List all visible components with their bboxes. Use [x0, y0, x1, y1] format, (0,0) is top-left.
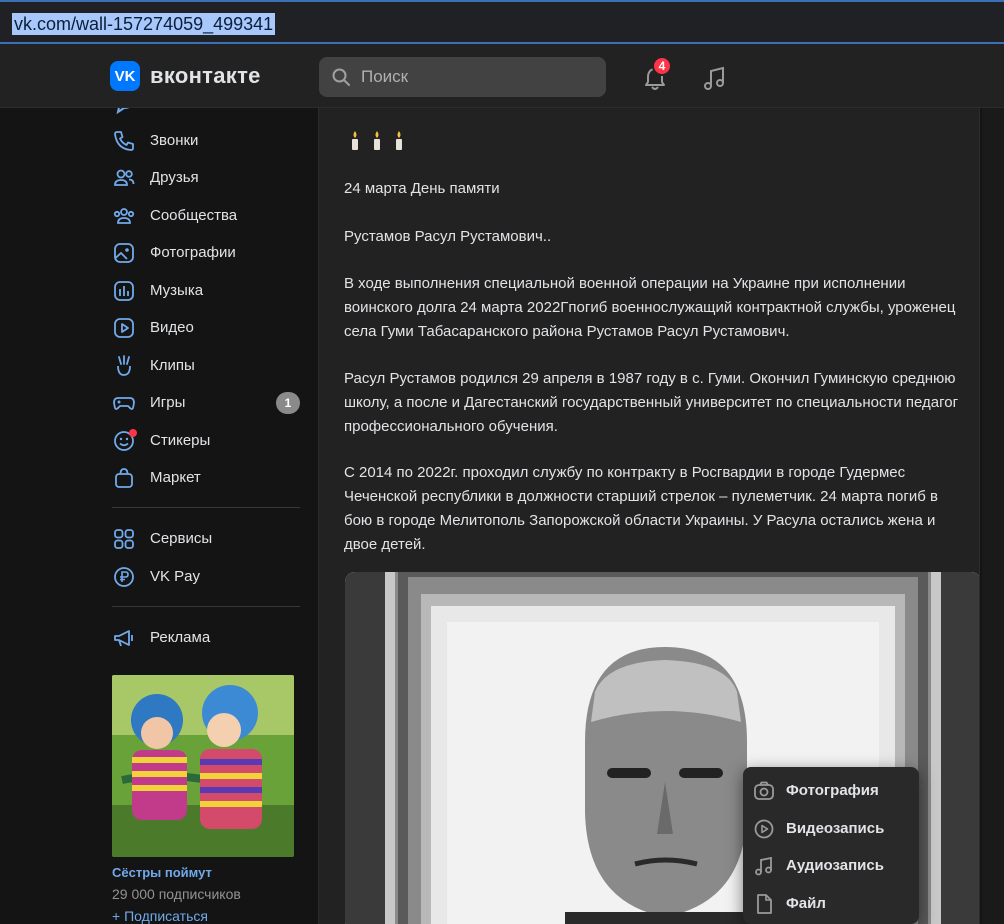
sidebar-item-label: Звонки — [150, 132, 199, 149]
post-paragraph: Рустамов Расул Рустамович.. — [344, 228, 552, 245]
vk-logo-mark: VK — [110, 61, 140, 91]
messenger-icon-partial — [112, 108, 136, 115]
sidebar-divider — [112, 606, 300, 607]
top-header: VK вконтакте Поиск — [0, 44, 1004, 108]
promo-community-image[interactable] — [112, 675, 294, 857]
candles-emoji — [349, 130, 413, 157]
search-input[interactable]: Поиск — [319, 57, 606, 97]
post-paragraph: С 2014 по 2022г. проходил службу по конт… — [344, 464, 938, 553]
sidebar-item-music[interactable]: Музыка — [108, 272, 304, 309]
stickers-new-dot — [129, 429, 137, 437]
attach-menu: Фотография Видеозапись Аудиозапись Файл — [743, 767, 919, 924]
clips-icon — [117, 354, 131, 376]
post-paragraph: Расул Рустамов родился 29 апреля в 1987 … — [344, 370, 959, 435]
sidebar-item-label: Сервисы — [150, 530, 213, 547]
browser-address-bar[interactable]: vk.com/wall-157274059_499341 — [0, 0, 1004, 44]
menu-item-label: Файл — [786, 895, 826, 912]
sidebar-item-games[interactable]: Игры 1 — [108, 384, 304, 421]
music-icon[interactable] — [701, 65, 729, 93]
left-sidebar: Звонки Друзья Сообщества Фотографии Музы… — [108, 108, 308, 924]
sidebar-item-services[interactable]: Сервисы — [108, 520, 304, 557]
sidebar-item-label: Друзья — [150, 169, 199, 186]
attach-audio-item[interactable]: Аудиозапись — [743, 847, 919, 884]
menu-item-label: Видеозапись — [786, 820, 885, 837]
sidebar-item-label: Стикеры — [150, 432, 211, 449]
sidebar-item-label: Игры — [150, 394, 186, 411]
sidebar-item-label: Музыка — [150, 282, 204, 299]
friends-icon — [114, 169, 135, 186]
ads-icon — [114, 629, 133, 646]
sidebar-item-label: Клипы — [150, 357, 195, 374]
sidebar-item-vkpay[interactable]: VK Pay — [108, 558, 304, 595]
sidebar-item-label: Сообщества — [150, 207, 238, 224]
attach-photo-item[interactable]: Фотография — [743, 772, 919, 809]
sidebar-item-label: Реклама — [150, 629, 211, 646]
services-icon — [114, 528, 134, 549]
attach-video-item[interactable]: Видеозапись — [743, 810, 919, 847]
camera-icon — [754, 781, 774, 800]
promo-subscribe-link[interactable]: + Подписаться — [112, 908, 208, 924]
vkpay-icon — [114, 566, 134, 587]
sidebar-item-calls[interactable]: Звонки — [108, 122, 304, 159]
sidebar-item-clips[interactable]: Клипы — [108, 347, 304, 384]
candle-icon — [352, 131, 402, 150]
vk-logo[interactable]: VK вконтакте — [110, 61, 261, 91]
market-icon — [115, 467, 133, 488]
search-placeholder: Поиск — [361, 67, 409, 86]
sidebar-item-label: Фотографии — [150, 244, 236, 261]
sidebar-item-friends[interactable]: Друзья — [108, 159, 304, 196]
music-note-icon — [755, 856, 772, 875]
search-icon — [332, 68, 350, 86]
promo-subscribers: 29 000 подписчиков — [112, 886, 241, 902]
attach-file-item[interactable]: Файл — [743, 885, 919, 922]
phone-icon — [114, 130, 134, 151]
promo-title[interactable]: Сёстры поймут — [112, 865, 212, 880]
sidebar-item-ads[interactable]: Реклама — [108, 619, 304, 656]
communities-icon — [113, 207, 135, 224]
games-count-badge: 1 — [276, 392, 300, 414]
video-play-icon — [754, 819, 774, 838]
address-url[interactable]: vk.com/wall-157274059_499341 — [12, 13, 276, 35]
games-icon — [113, 396, 135, 410]
music-icon — [114, 280, 134, 301]
sidebar-item-label: Маркет — [150, 469, 201, 486]
page-scrollbar[interactable] — [982, 108, 1004, 924]
sidebar-item-label: Видео — [150, 319, 194, 336]
sidebar-item-video[interactable]: Видео — [108, 309, 304, 346]
menu-item-label: Фотография — [786, 782, 879, 799]
video-icon — [114, 317, 134, 338]
photos-icon — [114, 242, 134, 263]
file-icon — [757, 893, 772, 914]
sidebar-item-label: VK Pay — [150, 568, 201, 585]
sidebar-item-communities[interactable]: Сообщества — [108, 197, 304, 234]
post-paragraph: В ходе выполнения специальной военной оп… — [344, 275, 956, 340]
post-paragraph: 24 марта День памяти — [344, 180, 500, 197]
sidebar-item-stickers[interactable]: Стикеры — [108, 422, 304, 459]
notifications-badge: 4 — [652, 56, 672, 76]
menu-item-label: Аудиозапись — [786, 857, 884, 874]
vk-logo-text: вконтакте — [150, 63, 261, 88]
sidebar-item-market[interactable]: Маркет — [108, 459, 304, 496]
sidebar-item-photos[interactable]: Фотографии — [108, 234, 304, 271]
sidebar-divider — [112, 507, 300, 508]
